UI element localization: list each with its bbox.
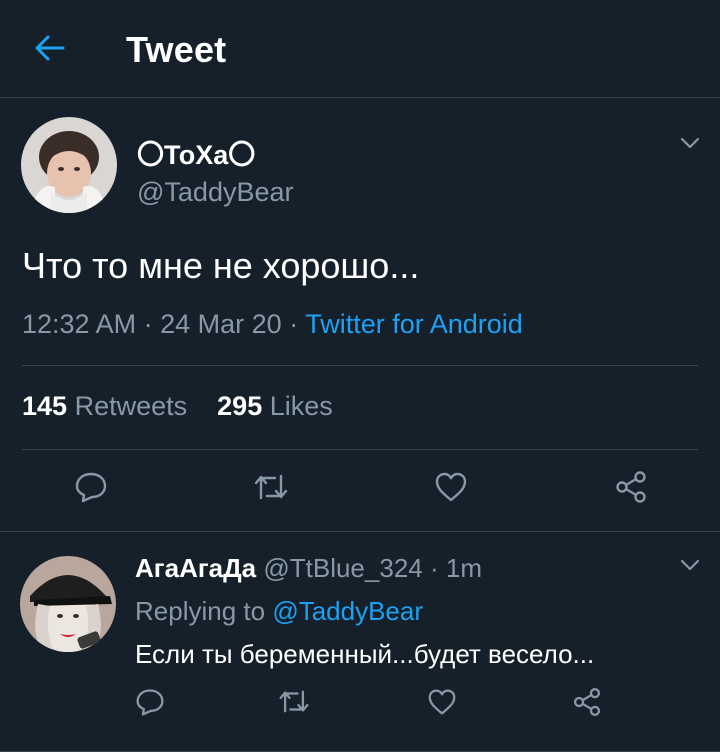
retweets-count: 145: [22, 391, 68, 421]
chevron-down-icon: [680, 558, 700, 576]
tweet-actions: [0, 467, 720, 513]
top-app-bar: Tweet: [0, 0, 720, 98]
main-tweet: 〇ТоХа〇 @TaddyBear Что то мне не хорошо..…: [0, 99, 720, 532]
reply-header: АгаАгаДа @TtBlue_324 · 1m: [135, 553, 482, 584]
likes-count: 295: [217, 391, 263, 421]
reply-like-button[interactable]: [420, 682, 464, 726]
replying-mention-link[interactable]: @TaddyBear: [272, 596, 423, 626]
tweet-date: 24 Mar 20: [160, 309, 282, 339]
likes-label: Likes: [269, 391, 333, 421]
comment-icon: [74, 470, 108, 509]
divider: [22, 365, 698, 366]
retweet-button[interactable]: [249, 467, 293, 511]
share-button[interactable]: [609, 467, 653, 511]
reply-time: 1m: [445, 553, 483, 583]
arrow-left-icon: [35, 35, 65, 66]
tweet-time: 12:32 AM: [22, 309, 137, 339]
avatar[interactable]: [20, 556, 116, 652]
avatar[interactable]: [21, 117, 117, 213]
reply-share-button[interactable]: [565, 682, 609, 726]
retweets-stat[interactable]: 145 Retweets: [22, 391, 187, 421]
likes-stat[interactable]: 295 Likes: [217, 391, 333, 421]
comment-icon: [135, 687, 165, 722]
reply-button[interactable]: [69, 467, 113, 511]
meta-separator: ·: [143, 309, 153, 339]
tweet-meta: 12:32 AM · 24 Mar 20 · Twitter for Andro…: [22, 309, 523, 340]
reply-menu-button[interactable]: [676, 555, 704, 579]
chevron-down-icon: [680, 136, 700, 154]
reply-retweet-button[interactable]: [272, 682, 316, 726]
reply-tweet[interactable]: АгаАгаДа @TtBlue_324 · 1m Replying to @T…: [0, 533, 720, 752]
retweet-icon: [278, 688, 310, 720]
like-button[interactable]: [429, 467, 473, 511]
tweet-text: Что то мне не хорошо...: [22, 245, 420, 286]
author-name[interactable]: 〇ТоХа〇: [137, 133, 255, 172]
meta-separator: ·: [429, 553, 439, 583]
divider: [22, 449, 698, 450]
tweet-menu-button[interactable]: [676, 133, 704, 157]
share-icon: [572, 687, 602, 722]
back-button[interactable]: [28, 30, 72, 70]
retweet-icon: [253, 472, 289, 507]
reply-author-name[interactable]: АгаАгаДа: [135, 553, 256, 583]
author-handle[interactable]: @TaddyBear: [137, 177, 294, 208]
retweets-label: Retweets: [74, 391, 188, 421]
reply-text: Если ты беременный...будет весело...: [135, 639, 595, 669]
replying-to: Replying to @TaddyBear: [135, 596, 423, 627]
page-title: Tweet: [126, 29, 227, 70]
reply-author-handle[interactable]: @TtBlue_324: [263, 553, 422, 583]
heart-icon: [434, 471, 468, 508]
tweet-source-link[interactable]: Twitter for Android: [305, 309, 523, 339]
reply-reply-button[interactable]: [128, 682, 172, 726]
replying-label: Replying to: [135, 596, 266, 626]
tweet-stats: 145 Retweets 295 Likes: [22, 391, 333, 422]
share-icon: [614, 470, 648, 509]
heart-icon: [427, 688, 457, 721]
meta-separator: ·: [289, 309, 299, 339]
